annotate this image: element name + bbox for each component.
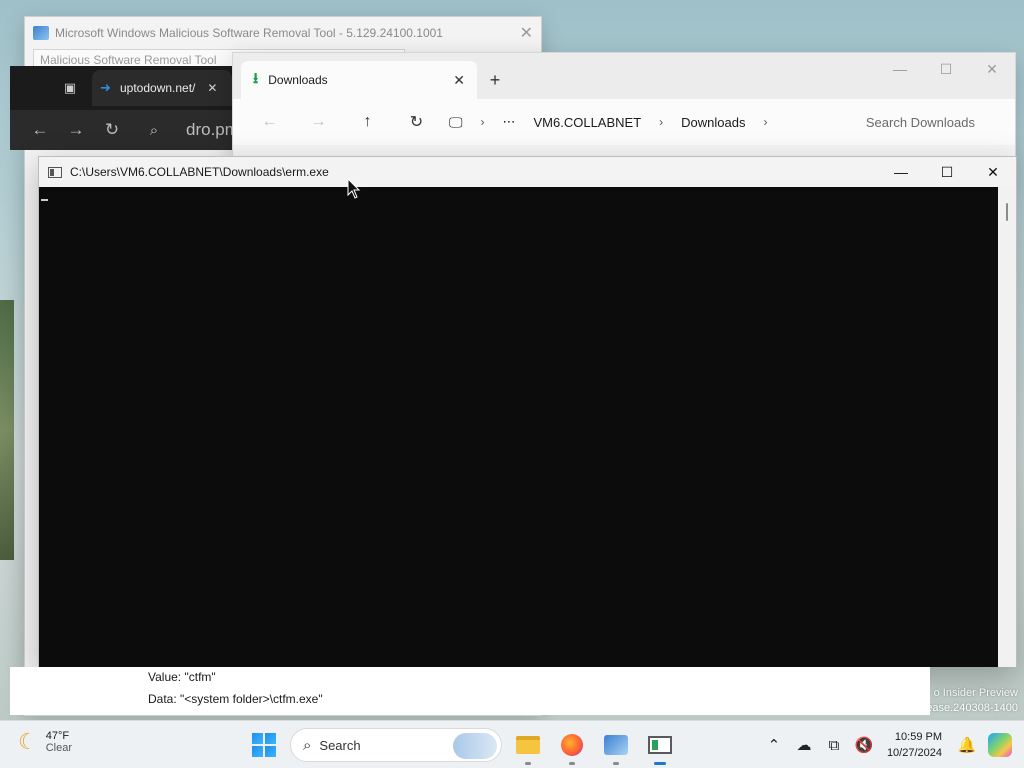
breadcrumb[interactable]: 🖵 › ⋯ VM6.COLLABNET › Downloads › [449,114,785,131]
console-title: C:\Users\VM6.COLLABNET\Downloads\erm.exe [70,165,329,179]
explorer-tab-close-icon[interactable]: ✕ [453,72,465,89]
explorer-tab-downloads[interactable]: ⭳ Downloads ✕ [241,61,477,99]
browser-url-text: dro.pm [186,120,239,139]
onedrive-offline-icon[interactable]: ☁ [789,736,819,754]
console-window: C:\Users\VM6.COLLABNET\Downloads\erm.exe… [38,156,1017,667]
file-explorer-taskbar-button[interactable] [510,727,546,765]
close-icon[interactable]: ✕ [970,157,1016,187]
forward-arrow-icon[interactable]: → [58,120,94,140]
search-icon: ⌕ [303,736,312,754]
msrt-close-icon[interactable]: ✕ [520,23,533,43]
explorer-tab-bar: ⭳ Downloads ✕ + — ☐ ✕ [233,53,1015,99]
copilot-icon[interactable] [988,733,1012,757]
browser-window: ▣ ➜ uptodown.net/ ✕ ← → ↻ ⌕ dro.pm [10,66,244,150]
console-taskbar-button[interactable] [642,727,678,765]
browser-tab-close-icon[interactable]: ✕ [207,81,217,95]
breadcrumb-item-vm6[interactable]: VM6.COLLABNET [534,115,642,130]
clock-date: 10/27/2024 [886,747,942,759]
system-tray: ⌃ ☁ ⧉ 🔇 10:59 PM 10/27/2024 🔔 [759,721,1024,768]
more-icon[interactable]: ⋯ [503,114,516,130]
weather-widget[interactable]: ☾ 47°F Clear [18,729,72,755]
download-arrow-icon: ⭳ [253,69,259,87]
refresh-icon[interactable]: ↻ [392,112,441,132]
chevron-up-icon[interactable]: ⌃ [759,736,789,754]
taskbar-search[interactable]: ⌕ Search [290,728,502,762]
minimize-icon[interactable]: — [877,53,923,85]
console-output-area[interactable] [39,187,999,667]
explorer-window-controls: — ☐ ✕ [877,53,1015,85]
network-icon[interactable]: ⧉ [819,737,849,754]
minimize-icon[interactable]: — [878,157,924,187]
search-input[interactable]: Search Downloads [866,115,975,130]
up-arrow-icon[interactable]: ↑ [343,113,392,131]
msrt-details-panel: Value: "ctfm" Data: "<system folder>\ctf… [10,667,930,715]
maximize-icon[interactable]: ☐ [924,157,970,187]
moon-icon: ☾ [18,729,38,754]
refresh-icon[interactable]: ↻ [94,120,130,140]
msrt-titlebar[interactable]: Microsoft Windows Malicious Software Rem… [25,17,541,49]
maximize-icon[interactable]: ☐ [923,53,969,85]
taskbar: ☾ 47°F Clear ⌕ Search ⌃ ☁ ⧉ 🔇 10:59 PM 1… [0,720,1024,768]
msrt-taskbar-button[interactable] [598,727,634,765]
console-icon [648,736,672,754]
back-arrow-icon[interactable]: ← [245,113,294,131]
notification-bell-icon[interactable]: 🔔 [952,736,982,754]
browser-address-bar[interactable]: ⌕ dro.pm [136,120,239,140]
weather-temp: 47°F [45,730,70,742]
watermark-line-1: o Insider Preview [933,687,1018,699]
start-button[interactable] [252,733,276,757]
explorer-tab-title: Downloads [268,73,328,87]
console-app-icon [48,166,62,178]
chevron-right-icon[interactable]: › [481,115,485,129]
msrt-icon [604,735,628,755]
folder-icon [516,736,540,754]
chevron-right-icon[interactable]: › [659,115,663,129]
taskbar-search-label: Search [319,737,361,753]
chevron-right-icon[interactable]: › [763,115,767,129]
console-window-controls: — ☐ ✕ [878,157,1016,187]
msrt-title: Microsoft Windows Malicious Software Rem… [55,26,443,40]
desktop-wallpaper-tree [0,300,14,560]
console-titlebar[interactable]: C:\Users\VM6.COLLABNET\Downloads\erm.exe [39,157,1016,187]
weather-condition: Clear [45,742,73,754]
text-cursor [41,199,48,201]
firefox-taskbar-button[interactable] [554,727,590,765]
taskbar-apps: ⌕ Search [252,727,678,765]
back-arrow-icon[interactable]: ← [22,120,58,140]
browser-tab-uptodown[interactable]: ➜ uptodown.net/ ✕ [92,70,232,106]
console-scrollbar[interactable] [998,187,1016,667]
file-explorer-window: ⭳ Downloads ✕ + — ☐ ✕ ← → ↑ ↻ 🖵 › ⋯ VM6.… [232,52,1016,172]
clock[interactable]: 10:59 PM 10/27/2024 [887,729,942,761]
browser-tab-strip: ▣ ➜ uptodown.net/ ✕ [10,66,244,110]
scrollbar-thumb[interactable] [1006,203,1008,221]
insider-watermark: o Insider Preview ease.240308-1400 [926,686,1018,716]
browser-nav-bar: ← → ↻ ⌕ dro.pm [10,110,244,150]
clock-time: 10:59 PM [894,731,942,743]
forward-arrow-icon[interactable]: → [294,113,343,131]
msrt-app-icon [33,26,49,40]
mouse-pointer-icon [347,178,361,199]
new-tab-button[interactable]: + [477,61,513,99]
this-pc-icon[interactable]: 🖵 [449,114,463,131]
watermark-line-2: ease.240308-1400 [926,702,1018,714]
search-icon: ⌕ [149,121,159,139]
browser-tab-title: uptodown.net/ [120,81,196,95]
value-line: Value: "ctfm" [148,670,216,684]
search-highlight-image [453,733,497,759]
uptodown-favicon-icon: ➜ [100,80,111,95]
breadcrumb-item-downloads[interactable]: Downloads [681,115,745,130]
data-line: Data: "<system folder>\ctfm.exe" [148,692,323,706]
tab-actions-icon[interactable]: ▣ [54,72,86,104]
explorer-address-row: ← → ↑ ↻ 🖵 › ⋯ VM6.COLLABNET › Downloads … [233,99,1015,145]
firefox-icon [561,734,583,756]
close-icon[interactable]: ✕ [969,53,1015,85]
volume-muted-icon[interactable]: 🔇 [849,736,879,754]
